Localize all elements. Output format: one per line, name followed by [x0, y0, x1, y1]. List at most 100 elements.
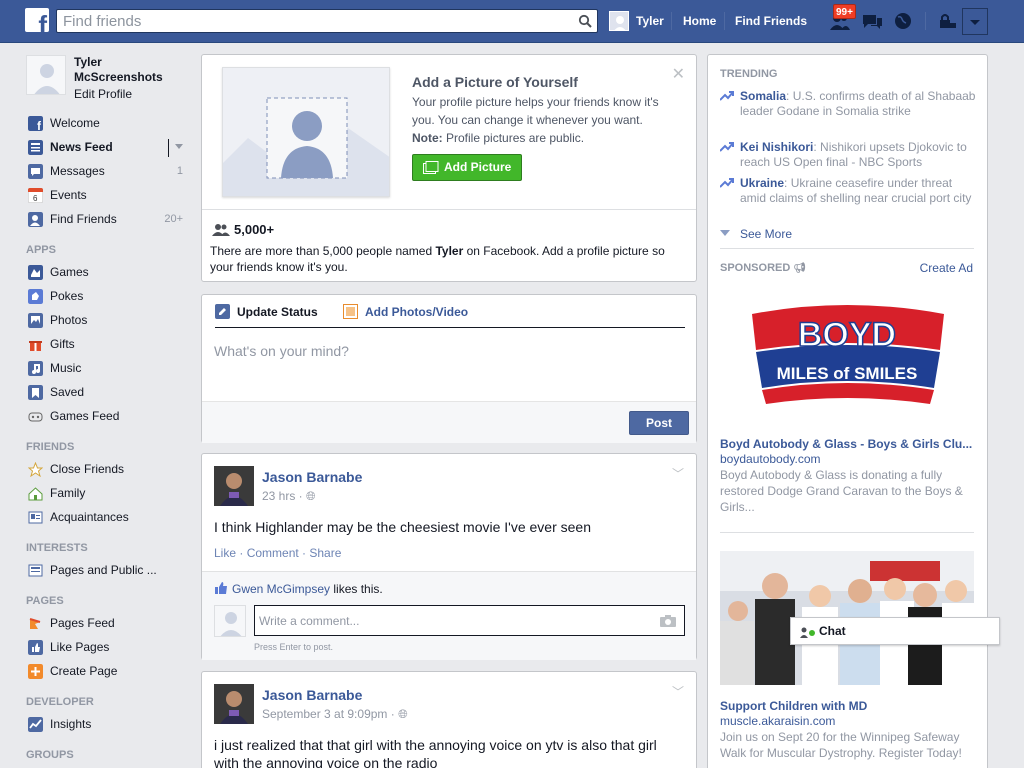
- close-icon[interactable]: ✕: [672, 64, 685, 84]
- sidebar-item-label: Family: [50, 486, 86, 500]
- see-more-link[interactable]: See More: [720, 227, 978, 242]
- sidebar-item-create-page[interactable]: Create Page: [26, 659, 191, 683]
- post-timestamp[interactable]: September 3 at 9:09pm · 🌐︎: [262, 707, 408, 722]
- sidebar-item-label: Insights: [50, 717, 92, 731]
- chevron-down-icon[interactable]: [175, 144, 183, 150]
- commenter-avatar: [214, 605, 246, 637]
- post-button[interactable]: Post: [629, 411, 689, 435]
- likes-suffix: likes this.: [330, 582, 383, 596]
- trending-item[interactable]: Ukraine: Ukraine ceasefire under threat …: [720, 176, 978, 206]
- tab-add-photos-video[interactable]: Add Photos/Video: [343, 304, 468, 319]
- notification-badge: 99+: [833, 4, 856, 19]
- sidebar-item-insights[interactable]: Insights: [26, 712, 191, 736]
- sidebar-item-pokes[interactable]: Pokes: [26, 284, 191, 308]
- profile-picture-prompt: Add a Picture of Yourself Your profile p…: [201, 54, 697, 282]
- sidebar-item-like-pages[interactable]: Like Pages: [26, 635, 191, 659]
- share-link[interactable]: Share: [309, 546, 341, 560]
- comment-link[interactable]: Comment: [247, 546, 299, 560]
- author-name[interactable]: Jason Barnabe: [262, 687, 362, 703]
- liker-name[interactable]: Gwen McGimpsey: [232, 582, 330, 596]
- notifications-globe-icon[interactable]: [892, 11, 914, 31]
- sidebar-item-pages-feed[interactable]: Pages Feed: [26, 611, 191, 635]
- facebook-logo-icon[interactable]: f: [25, 8, 49, 32]
- trending-item[interactable]: Somalia: U.S. confirms death of al Shaba…: [720, 89, 978, 119]
- ad-image-boyd[interactable]: BOYD MILES of SMILES: [720, 288, 974, 428]
- author-name[interactable]: Jason Barnabe: [262, 469, 362, 485]
- ad-logo-top: BOYD: [798, 316, 896, 354]
- create-ad-link[interactable]: Create Ad: [920, 261, 973, 275]
- comment-input[interactable]: Write a comment...: [254, 605, 685, 636]
- nav-home-link[interactable]: Home: [683, 14, 716, 28]
- interests-heading[interactable]: INTERESTS: [26, 534, 191, 558]
- chevron-down-icon[interactable]: ﹀: [672, 465, 684, 482]
- groups-heading[interactable]: GROUPS: [26, 741, 191, 765]
- find-friends-icon: [28, 212, 43, 227]
- messages-jewel-icon[interactable]: [861, 11, 883, 31]
- sidebar-item-music[interactable]: Music: [26, 356, 191, 380]
- nav-profile-link[interactable]: [609, 11, 637, 31]
- nav-user-name[interactable]: Tyler: [636, 14, 664, 28]
- edit-profile-link[interactable]: Edit Profile: [74, 87, 132, 101]
- status-input[interactable]: What's on your mind?: [214, 343, 349, 359]
- thumbs-up-icon: [215, 582, 227, 594]
- sidebar-item-games-feed[interactable]: Games Feed: [26, 404, 191, 428]
- search-icon[interactable]: [578, 14, 592, 28]
- sidebar-item-close-friends[interactable]: Close Friends: [26, 457, 191, 481]
- developer-heading[interactable]: DEVELOPER: [26, 688, 191, 712]
- sidebar-item-saved[interactable]: Saved: [26, 380, 191, 404]
- facebook-icon: f: [28, 116, 43, 131]
- cursor-divider: [168, 139, 169, 157]
- profile-name[interactable]: Tyler McScreenshots: [74, 55, 184, 85]
- sidebar-item-photos[interactable]: Photos: [26, 308, 191, 332]
- pages-heading[interactable]: PAGES: [26, 587, 191, 611]
- divider: [202, 209, 696, 210]
- name-count-value: 5,000+: [234, 222, 275, 237]
- trending-item[interactable]: Kei Nishikori: Nishikori upsets Djokovic…: [720, 140, 978, 170]
- ad-description[interactable]: Boyd Autobody & Glass is donating a full…: [720, 467, 976, 515]
- sidebar-item-welcome[interactable]: f Welcome: [26, 111, 191, 135]
- sidebar-item-messages[interactable]: Messages 1: [26, 159, 191, 183]
- sidebar-item-events[interactable]: 6 Events: [26, 183, 191, 207]
- sidebar-item-acquaintances[interactable]: Acquaintances: [26, 505, 191, 529]
- apps-heading[interactable]: APPS: [26, 236, 191, 260]
- profile-picture-placeholder[interactable]: [222, 67, 390, 197]
- messages-icon: [28, 164, 43, 179]
- profile-avatar[interactable]: [26, 55, 66, 95]
- find-friends-count: 20+: [164, 213, 183, 225]
- privacy-shortcuts-icon[interactable]: [936, 11, 958, 31]
- author-avatar[interactable]: [214, 684, 254, 724]
- friends-heading[interactable]: FRIENDS: [26, 433, 191, 457]
- ad-title[interactable]: Support Children with MD: [720, 699, 976, 713]
- add-picture-button[interactable]: Add Picture: [412, 154, 522, 181]
- author-avatar[interactable]: [214, 466, 254, 506]
- chat-bar[interactable]: Chat: [790, 617, 1000, 645]
- post-timestamp[interactable]: 23 hrs · 🌐︎: [262, 489, 316, 504]
- sidebar-item-news-feed[interactable]: News Feed: [26, 135, 191, 159]
- chat-label: Chat: [819, 624, 846, 638]
- sidebar-item-games[interactable]: Games: [26, 260, 191, 284]
- sidebar-item-gifts[interactable]: Gifts: [26, 332, 191, 356]
- nav-divider: [671, 12, 672, 30]
- ad-title[interactable]: Boyd Autobody & Glass - Boys & Girls Clu…: [720, 437, 976, 451]
- account-menu-button[interactable]: [962, 8, 988, 35]
- sidebar-item-find-friends[interactable]: Find Friends 20+: [26, 207, 191, 231]
- prompt-description-text: Your profile picture helps your friends …: [412, 95, 659, 127]
- like-link[interactable]: Like: [214, 546, 236, 560]
- sidebar-item-pages-and-public[interactable]: Pages and Public ...: [26, 558, 191, 582]
- status-composer: Update Status Add Photos/Video What's on…: [201, 294, 697, 443]
- sidebar-item-label: Music: [50, 361, 82, 375]
- tab-update-status[interactable]: Update Status: [215, 304, 318, 319]
- ad-url[interactable]: muscle.akaraisin.com: [720, 714, 835, 728]
- feed-story: Jason Barnabe September 3 at 9:09pm · 🌐︎…: [201, 671, 697, 768]
- chevron-down-icon[interactable]: ﹀: [672, 683, 684, 700]
- ad-url[interactable]: boydautobody.com: [720, 452, 821, 466]
- camera-icon[interactable]: [660, 615, 676, 627]
- trending-heading: TRENDING: [720, 68, 778, 80]
- sidebar-item-label: Close Friends: [50, 462, 125, 476]
- search-input[interactable]: [57, 10, 557, 32]
- ad-description[interactable]: Join us on Sept 20 for the Winnipeg Safe…: [720, 729, 976, 761]
- nav-find-friends-link[interactable]: Find Friends: [735, 14, 807, 28]
- sidebar-item-label: Photos: [50, 313, 88, 327]
- add-picture-label: Add Picture: [444, 160, 512, 174]
- sidebar-item-family[interactable]: Family: [26, 481, 191, 505]
